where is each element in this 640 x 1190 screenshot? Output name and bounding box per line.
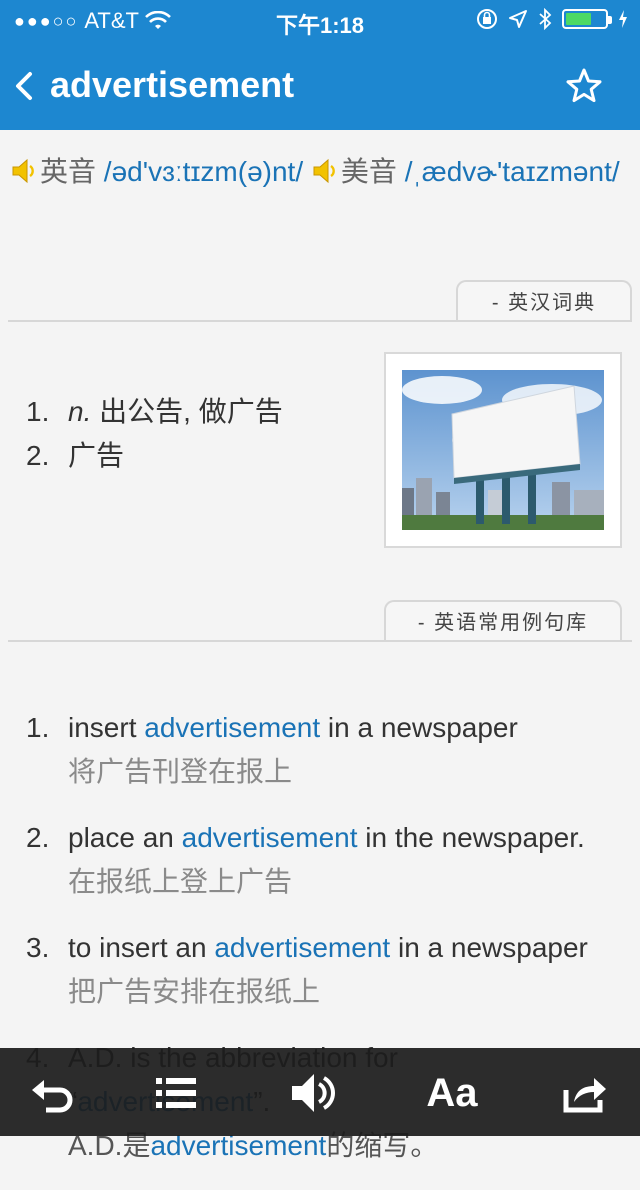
example-item: 2. place an advertisement in the newspap… <box>26 816 636 904</box>
speaker-icon <box>12 158 34 184</box>
bottom-toolbar: Aa <box>0 1048 640 1136</box>
uk-phonetic: /əd'vɜːtɪzm(ə)nt/ <box>103 156 304 187</box>
example-item: 3. to insert an advertisement in a newsp… <box>26 926 636 1014</box>
example-chinese: 在报纸上登上广告 <box>68 866 293 897</box>
example-english: place an advertisement in the newspaper. <box>68 822 585 853</box>
location-icon <box>509 10 527 28</box>
font-size-button[interactable]: Aa <box>422 1068 482 1118</box>
list-icon <box>156 1078 196 1108</box>
undo-button[interactable] <box>28 1068 78 1118</box>
billboard-image <box>402 370 604 530</box>
us-phonetic: /ˌædvɚ'taɪzmənt/ <box>404 156 620 187</box>
definition-number: 2. <box>26 440 50 471</box>
audio-button[interactable] <box>288 1068 338 1118</box>
keyword-link[interactable]: advertisement <box>182 822 358 853</box>
speaker-icon <box>313 158 335 184</box>
tab-example-sentences[interactable]: - 英语常用例句库 <box>384 600 622 640</box>
definition-text: 出公告, 做广告 <box>91 396 283 427</box>
chevron-left-icon <box>16 72 32 100</box>
page-title: advertisement <box>50 64 295 105</box>
example-chinese: 把广告安排在报纸上 <box>68 976 321 1007</box>
us-label: 美音 <box>340 156 397 187</box>
list-button[interactable] <box>152 1068 202 1118</box>
example-chinese: 将广告刊登在报上 <box>68 756 293 787</box>
example-number: 1. <box>26 712 50 743</box>
keyword-link[interactable]: advertisement <box>214 932 390 963</box>
definition-item: 2. 广告 <box>26 434 283 478</box>
uk-label: 英音 <box>40 156 97 187</box>
definition-item: 1. n. 出公告, 做广告 <box>26 390 283 434</box>
definition-number: 1. <box>26 396 50 427</box>
rotation-lock-icon <box>477 9 497 29</box>
word-illustration[interactable] <box>384 352 622 548</box>
favorite-button[interactable] <box>564 66 604 106</box>
charging-icon <box>619 10 627 28</box>
divider <box>8 640 632 642</box>
share-button[interactable] <box>560 1068 610 1118</box>
us-speaker-button[interactable] <box>311 154 341 184</box>
back-button[interactable] <box>12 66 38 106</box>
example-number: 2. <box>26 822 50 853</box>
example-english: insert advertisement in a newspaper <box>68 712 518 743</box>
header: ●●●○○ AT&T 下午1:18 advertisement <box>0 0 640 130</box>
bluetooth-icon <box>539 8 552 30</box>
pronunciation: 英音 /əd'vɜːtɪzm(ə)nt/ 美音 /ˌædvɚ'taɪzmənt/ <box>10 150 620 194</box>
navigation-bar: advertisement <box>0 48 640 130</box>
battery-icon <box>562 9 612 29</box>
undo-icon <box>32 1080 73 1113</box>
share-icon <box>563 1078 606 1113</box>
part-of-speech: n. <box>68 396 92 427</box>
tab-en-cn-dictionary[interactable]: - 英汉词典 <box>456 280 632 320</box>
speaker-icon <box>292 1074 335 1112</box>
definition-text: 广告 <box>68 440 125 471</box>
star-icon <box>566 68 602 103</box>
keyword-link[interactable]: advertisement <box>144 712 320 743</box>
uk-speaker-button[interactable] <box>10 154 40 184</box>
example-number: 3. <box>26 932 50 963</box>
divider <box>8 320 632 322</box>
definition-list: 1. n. 出公告, 做广告 2. 广告 <box>26 390 283 478</box>
status-bar: ●●●○○ AT&T 下午1:18 <box>0 0 640 40</box>
example-english: to insert an advertisement in a newspape… <box>68 932 588 963</box>
example-item: 1. insert advertisement in a newspaper 将… <box>26 706 636 794</box>
